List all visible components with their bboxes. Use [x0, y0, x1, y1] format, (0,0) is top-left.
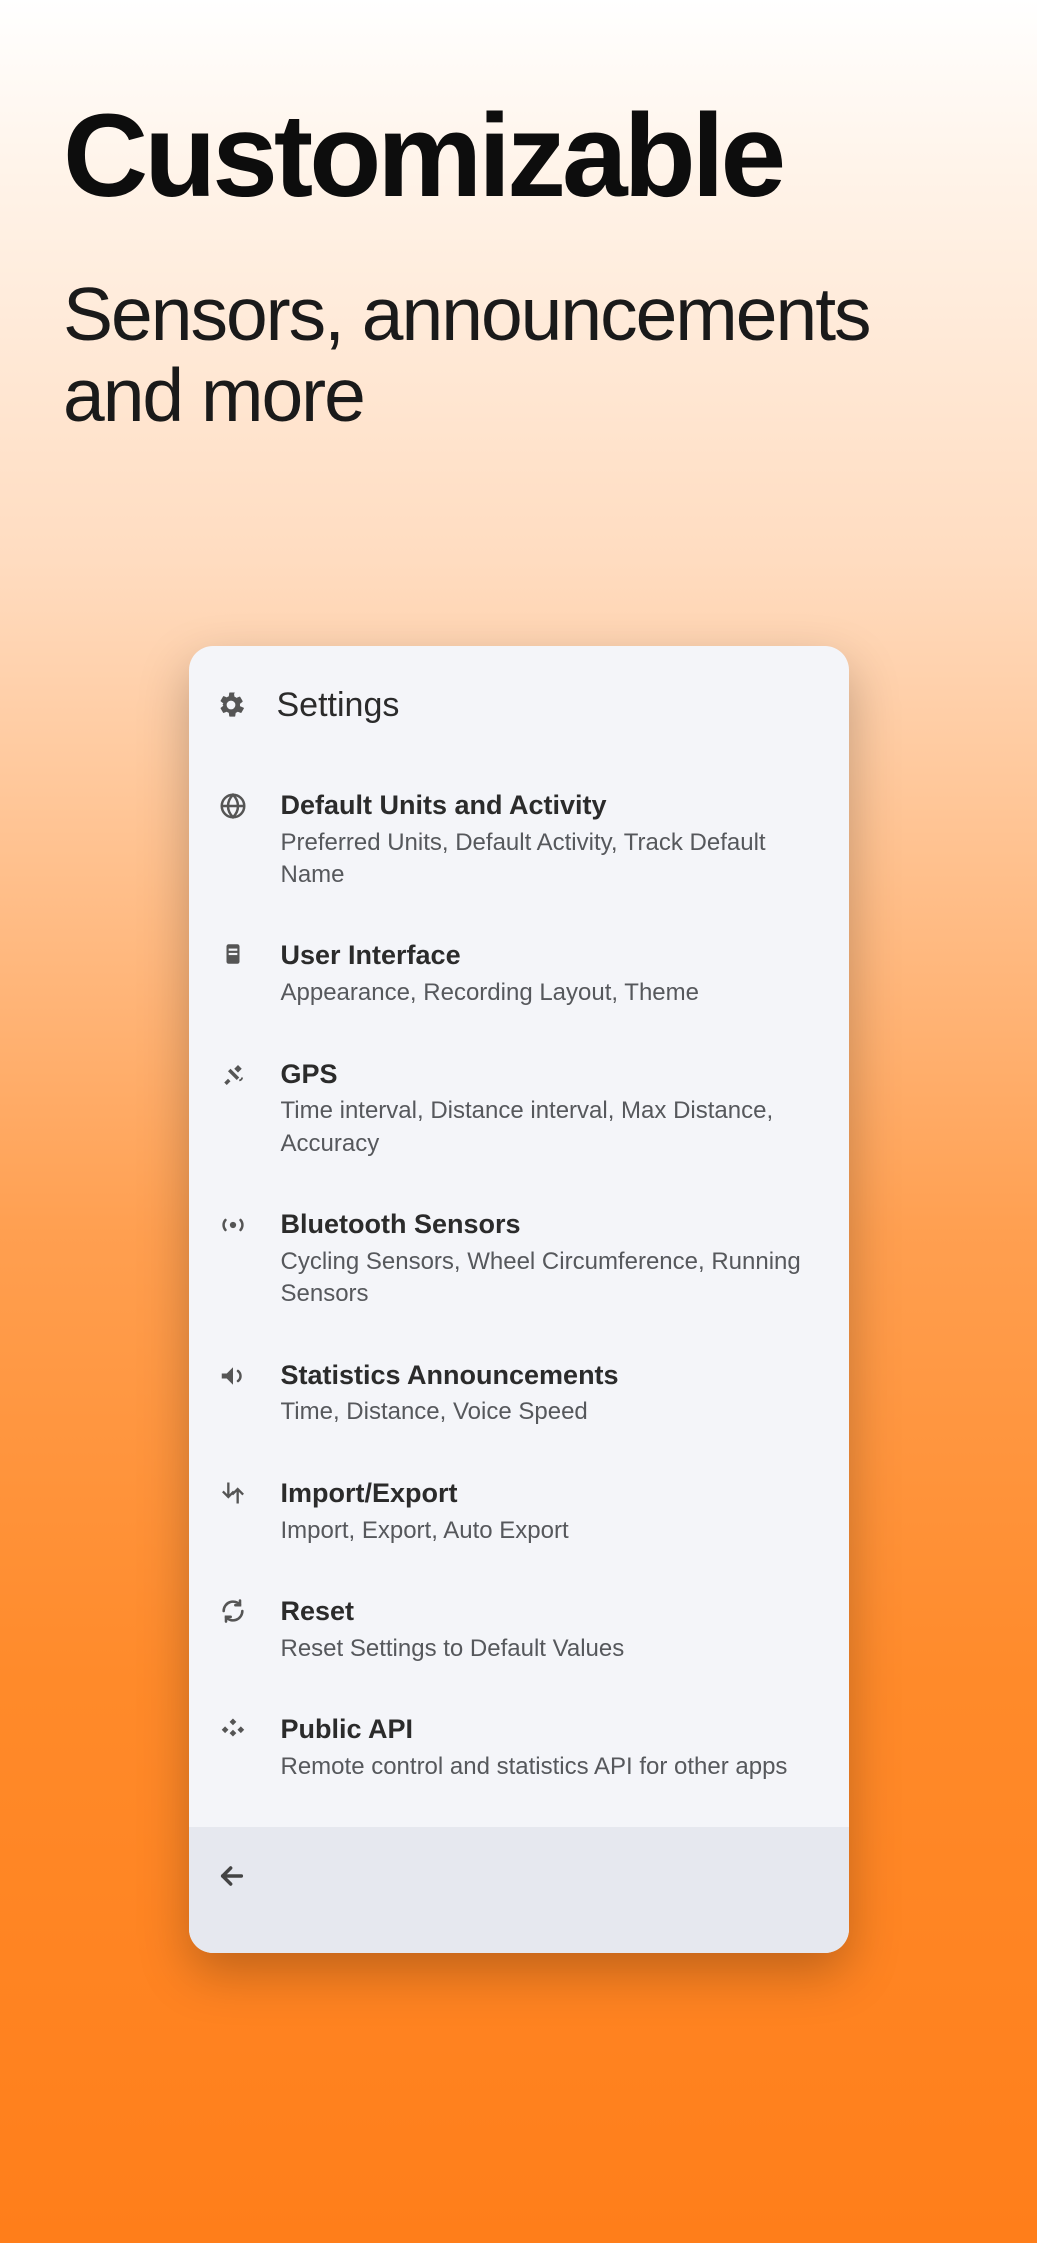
sensor-icon: [215, 1208, 251, 1240]
layout-icon: [215, 939, 251, 967]
item-title: User Interface: [281, 939, 823, 973]
settings-item-api[interactable]: Public API Remote control and statistics…: [189, 1689, 849, 1807]
item-title: Statistics Announcements: [281, 1359, 823, 1393]
item-subtitle: Remote control and statistics API for ot…: [281, 1751, 823, 1783]
settings-list: Default Units and Activity Preferred Uni…: [189, 753, 849, 1827]
item-title: GPS: [281, 1058, 823, 1092]
item-subtitle: Appearance, Recording Layout, Theme: [281, 977, 823, 1009]
settings-item-units[interactable]: Default Units and Activity Preferred Uni…: [189, 765, 849, 916]
settings-header: Settings: [189, 646, 849, 753]
item-title: Default Units and Activity: [281, 789, 823, 823]
refresh-icon: [215, 1595, 251, 1625]
item-subtitle: Import, Export, Auto Export: [281, 1515, 823, 1547]
settings-screen: Settings Default Units and Activity Pref…: [189, 646, 849, 1953]
settings-item-gps[interactable]: GPS Time interval, Distance interval, Ma…: [189, 1034, 849, 1185]
item-subtitle: Time, Distance, Voice Speed: [281, 1396, 823, 1428]
settings-item-import-export[interactable]: Import/Export Import, Export, Auto Expor…: [189, 1453, 849, 1571]
settings-item-reset[interactable]: Reset Reset Settings to Default Values: [189, 1571, 849, 1689]
settings-item-announcements[interactable]: Statistics Announcements Time, Distance,…: [189, 1335, 849, 1453]
api-icon: [215, 1713, 251, 1745]
item-subtitle: Cycling Sensors, Wheel Circumference, Ru…: [281, 1246, 823, 1311]
volume-icon: [215, 1359, 251, 1391]
item-title: Public API: [281, 1713, 823, 1747]
item-subtitle: Reset Settings to Default Values: [281, 1633, 823, 1665]
item-title: Bluetooth Sensors: [281, 1208, 823, 1242]
settings-item-ui[interactable]: User Interface Appearance, Recording Lay…: [189, 915, 849, 1033]
back-button[interactable]: [215, 1859, 249, 1893]
item-subtitle: Time interval, Distance interval, Max Di…: [281, 1095, 823, 1160]
gear-icon: [215, 689, 247, 721]
item-title: Import/Export: [281, 1477, 823, 1511]
satellite-icon: [215, 1058, 251, 1090]
hero-title: Customizable: [63, 95, 974, 219]
hero-subtitle: Sensors, announcements and more: [63, 274, 974, 436]
item-title: Reset: [281, 1595, 823, 1629]
item-subtitle: Preferred Units, Default Activity, Track…: [281, 827, 823, 892]
settings-title: Settings: [277, 686, 400, 725]
globe-icon: [215, 789, 251, 821]
import-export-icon: [215, 1477, 251, 1507]
bottom-bar: [189, 1827, 849, 1953]
settings-item-bluetooth[interactable]: Bluetooth Sensors Cycling Sensors, Wheel…: [189, 1184, 849, 1335]
